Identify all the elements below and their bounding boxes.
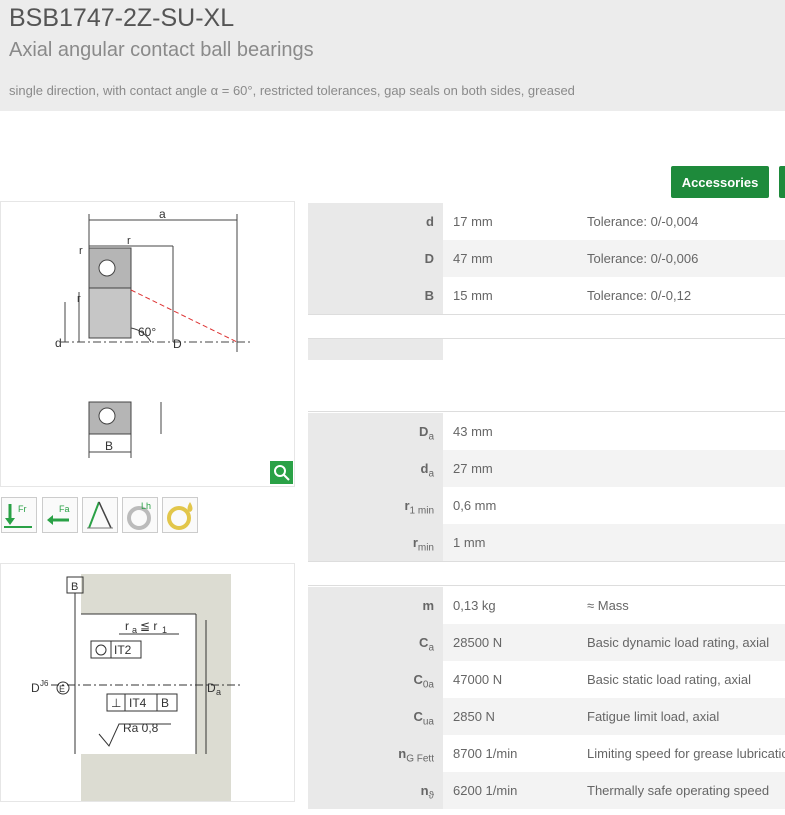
dim-value: 15 mm [453, 288, 493, 303]
rating-label: n [420, 783, 429, 798]
mdim-value: 43 mm [453, 424, 493, 439]
rating-note: Fatigue limit load, axial [587, 709, 720, 724]
life-icon[interactable]: Lh [122, 497, 158, 533]
rating-label: C [413, 672, 423, 687]
table-row: da 27 mm [308, 450, 785, 487]
rating-note: Basic dynamic load rating, axial [587, 635, 770, 650]
axial-load-icon[interactable]: Fa [42, 497, 78, 533]
bearing-drawing-panel: a r r r d D 60° B [0, 201, 295, 487]
rating-note: Basic static load rating, axial [587, 672, 752, 687]
mdim-value: 0,6 mm [453, 498, 497, 513]
mount-ra08: Ra 0,8 [123, 721, 159, 735]
table-row: nG Fett 8700 1/min Limiting speed for gr… [308, 735, 785, 772]
divider [308, 314, 785, 315]
dim-label: D [424, 251, 434, 266]
rating-value: 6200 1/min [453, 783, 518, 798]
dim-B: B [105, 439, 113, 453]
rating-value: 8700 1/min [453, 746, 518, 761]
rating-label: n [398, 746, 407, 761]
table-row: d 17 mm Tolerance: 0/-0,004 [308, 203, 785, 240]
bearing-drawing: a r r r d D 60° B [1, 207, 294, 458]
mount-it4-ref: B [161, 696, 169, 710]
perpendicular-icon: ⊥ [111, 696, 121, 710]
divider [308, 561, 785, 562]
table-row: m 0,13 kg ≈ Mass [308, 587, 785, 624]
mount-ra: r [125, 619, 129, 633]
page-description: single direction, with contact angle α =… [9, 83, 575, 98]
blurred-row [308, 338, 443, 360]
divider [308, 338, 785, 339]
dim-a: a [159, 207, 166, 221]
rating-value: 47000 N [453, 672, 503, 687]
next-button[interactable] [779, 166, 785, 198]
rating-note: Limiting speed for grease lubrication [587, 746, 785, 761]
table-row: r1 min 0,6 mm [308, 487, 785, 524]
mounting-drawing: B r a ≦ r 1 IT2 ⊥ IT4 B Ra 0,8 D J6 E D … [31, 574, 241, 801]
zoom-icon[interactable] [270, 461, 293, 484]
dim-note: Tolerance: 0/-0,006 [587, 251, 699, 266]
page-subtitle: Axial angular contact ball bearings [9, 39, 314, 61]
angle-icon[interactable] [82, 497, 118, 533]
dim-r1: r [127, 235, 131, 247]
mount-ra-sub: a [132, 625, 137, 635]
mount-ra-r1-sub: 1 [162, 625, 167, 635]
mount-it2: IT2 [114, 643, 132, 657]
dim-r-top: r [79, 245, 83, 257]
mounting-drawing-panel: B r a ≦ r 1 IT2 ⊥ IT4 B Ra 0,8 D J6 E D … [0, 563, 295, 802]
page-title: BSB1747-2Z-SU-XL [9, 4, 235, 32]
dim-r-side: r [77, 293, 81, 305]
mount-DJ6-sup: J6 [40, 679, 49, 688]
table-row: D 47 mm Tolerance: 0/-0,006 [308, 240, 785, 277]
dim-note: Tolerance: 0/-0,12 [587, 288, 692, 303]
rating-label: C [413, 709, 423, 724]
svg-text:Fr: Fr [18, 504, 27, 514]
mount-Da: D [207, 681, 216, 695]
table-row: C0a 47000 N Basic static load rating, ax… [308, 661, 785, 698]
table-row: Ca 28500 N Basic dynamic load rating, ax… [308, 624, 785, 661]
dim-value: 47 mm [453, 251, 493, 266]
mount-B-box: B [71, 581, 78, 593]
accessories-button[interactable]: Accessories [671, 166, 769, 198]
grease-icon[interactable] [162, 497, 198, 533]
divider [308, 411, 785, 412]
rating-value: 28500 N [453, 635, 503, 650]
svg-text:Lh: Lh [141, 501, 151, 511]
table-row: Da 43 mm [308, 413, 785, 450]
rating-note: Thermally safe operating speed [587, 783, 770, 798]
radial-load-icon[interactable]: Fr [1, 497, 37, 533]
table-row: rmin 1 mm [308, 524, 785, 561]
rating-value: 2850 N [453, 709, 495, 724]
dim-label: d [426, 214, 434, 229]
mdim-value: 27 mm [453, 461, 493, 476]
svg-text:Fa: Fa [59, 504, 70, 514]
rating-value: 0,13 kg [453, 598, 496, 613]
dim-d: d [55, 336, 62, 350]
dim-label: B [424, 288, 434, 303]
dim-D: D [173, 337, 182, 351]
table-row: Cua 2850 N Fatigue limit load, axial [308, 698, 785, 735]
mount-Da-sub: a [216, 687, 221, 697]
dim-value: 17 mm [453, 214, 493, 229]
mount-E: E [59, 684, 65, 694]
mount-DJ6: D [31, 681, 40, 695]
mdim-value: 1 mm [453, 535, 486, 550]
table-row: nϑ 6200 1/min Thermally safe operating s… [308, 772, 785, 809]
ratings-table: m 0,13 kg ≈ Mass Ca 28500 N Basic dynami… [308, 587, 785, 809]
dim-angle: 60° [138, 325, 156, 339]
table-row: B 15 mm Tolerance: 0/-0,12 [308, 277, 785, 314]
mount-ra-rel: ≦ r [140, 619, 157, 633]
dim-note: Tolerance: 0/-0,004 [587, 214, 699, 229]
dimensions-table: d 17 mm Tolerance: 0/-0,004 D 47 mm Tole… [308, 203, 785, 314]
rating-label: m [422, 598, 434, 613]
mounting-dims-table: Da 43 mm da 27 mm r1 min 0,6 mm rmin 1 m… [308, 413, 785, 561]
page-header: BSB1747-2Z-SU-XL Axial angular contact b… [0, 0, 785, 111]
rating-note: ≈ Mass [587, 598, 629, 613]
mount-it4: IT4 [129, 696, 147, 710]
divider [308, 585, 785, 586]
